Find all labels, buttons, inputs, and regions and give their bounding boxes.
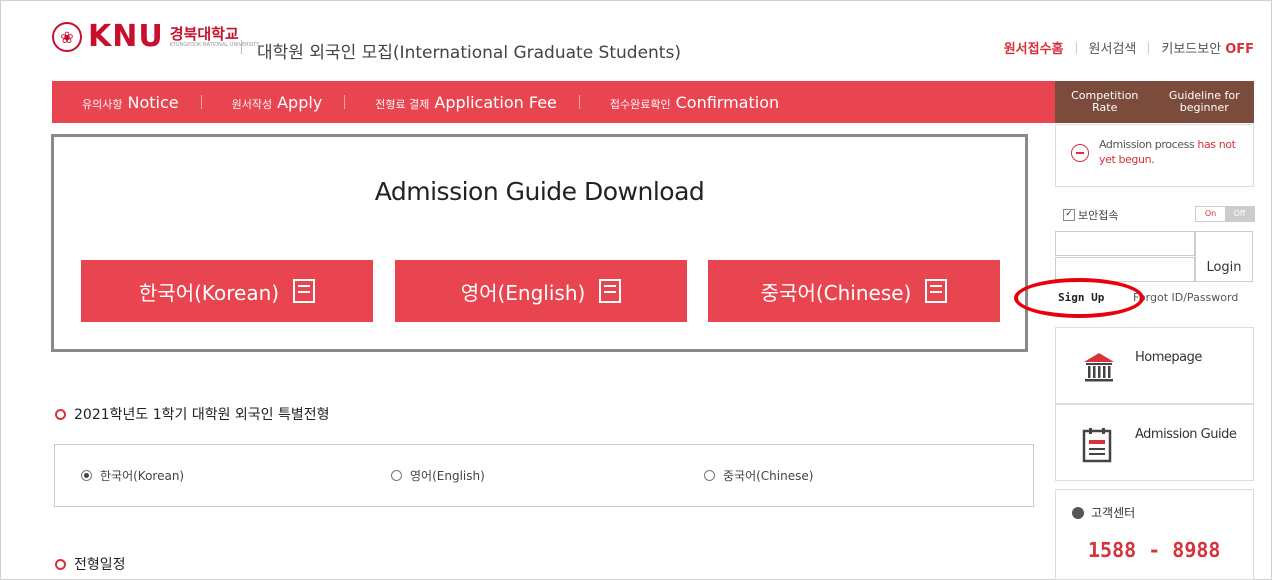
radio-label: 한국어(Korean) bbox=[100, 469, 185, 483]
radio-label: 중국어(Chinese) bbox=[723, 469, 814, 483]
admission-guide-box: Admission Guide Download 한국어(Korean) 영어(… bbox=[51, 134, 1028, 352]
login-label: Login bbox=[1206, 260, 1242, 275]
nav-item-application-fee[interactable]: 전형료 결제 Application Fee bbox=[345, 93, 557, 112]
keyboard-security-label: 키보드보안 bbox=[1161, 42, 1222, 57]
bullet-icon bbox=[55, 408, 66, 420]
customer-center-phone[interactable]: 1588 - 8988 bbox=[1088, 538, 1220, 562]
program-title-text: 2021학년도 1학기 대학원 외국인 특별전형 bbox=[74, 407, 330, 423]
admission-guide-title: Admission Guide Download bbox=[374, 177, 705, 206]
download-button-label: 영어(English) bbox=[460, 280, 586, 305]
download-chinese-button[interactable]: 중국어(Chinese) bbox=[708, 260, 1000, 322]
nav-item-confirmation[interactable]: 접수완료확인 Confirmation bbox=[580, 93, 779, 112]
nav-item-ko: 원서작성 bbox=[231, 97, 273, 111]
link-divider bbox=[1148, 41, 1150, 54]
admission-status-box: Admission process has not yet begun. bbox=[1055, 124, 1254, 187]
nav-item-ko: 접수완료확인 bbox=[609, 97, 671, 111]
download-button-label: 중국어(Chinese) bbox=[760, 280, 912, 305]
secure-checkbox[interactable]: ✓ bbox=[1063, 209, 1075, 221]
radio-unchecked-icon bbox=[391, 470, 402, 481]
download-button-label: 한국어(Korean) bbox=[138, 280, 280, 305]
schedule-title-text: 전형일정 bbox=[74, 557, 126, 573]
customer-center-box: 고객센터 1588 - 8988 bbox=[1055, 489, 1254, 580]
university-logo[interactable]: ❀ KNU 경북대학교 KYUNGPOOK NATIONAL UNIVERSIT… bbox=[52, 22, 259, 52]
secure-label: 보안접속 bbox=[1078, 209, 1119, 222]
logo-text: 경북대학교 KYUNGPOOK NATIONAL UNIVERSITY bbox=[170, 26, 260, 49]
homepage-card[interactable]: Homepage bbox=[1055, 327, 1254, 404]
login-button[interactable]: Login bbox=[1195, 231, 1253, 282]
radio-unchecked-icon bbox=[704, 470, 715, 481]
university-emblem-icon: ❀ bbox=[52, 22, 82, 52]
secure-connection-row: ✓ 보안접속 On Off bbox=[1055, 206, 1255, 226]
secure-toggle[interactable]: On Off bbox=[1195, 206, 1255, 222]
login-form: Login bbox=[1055, 231, 1255, 283]
search-link[interactable]: 원서검색 bbox=[1089, 38, 1137, 57]
nav-item-en: Notice bbox=[127, 92, 179, 112]
customer-center-label: 고객센터 bbox=[1091, 506, 1136, 520]
page-title: 대학원 외국인 모집(International Graduate Studen… bbox=[257, 43, 681, 63]
status-prefix: Admission process bbox=[1099, 138, 1198, 151]
radio-label: 영어(English) bbox=[410, 469, 485, 483]
home-link[interactable]: 원서접수홈 bbox=[1004, 38, 1064, 57]
minus-circle-icon bbox=[1071, 144, 1089, 162]
nav-item-ko: 유의사항 bbox=[82, 97, 123, 111]
logo-brand: KNU bbox=[88, 19, 164, 54]
nav-item-ko: 전형료 결제 bbox=[375, 97, 430, 111]
header: ❀ KNU 경북대학교 KYUNGPOOK NATIONAL UNIVERSIT… bbox=[0, 0, 1272, 80]
admission-guide-label: Admission Guide bbox=[1135, 427, 1237, 442]
customer-center-title: 고객센터 bbox=[1072, 504, 1135, 521]
homepage-label: Homepage bbox=[1135, 350, 1202, 365]
toggle-on: On bbox=[1204, 209, 1217, 218]
forgot-id-password-link[interactable]: Forgot ID/Password bbox=[1133, 291, 1238, 304]
radio-checked-icon bbox=[81, 470, 92, 481]
radio-chinese[interactable]: 중국어(Chinese) bbox=[704, 467, 813, 484]
admission-status-text: Admission process has not yet begun. bbox=[1099, 137, 1249, 167]
language-radio-group: 한국어(Korean) 영어(English) 중국어(Chinese) bbox=[54, 444, 1034, 507]
nav-item-en: Apply bbox=[277, 92, 323, 112]
header-divider bbox=[241, 40, 242, 54]
download-english-button[interactable]: 영어(English) bbox=[395, 260, 687, 322]
building-icon bbox=[1082, 350, 1116, 388]
document-icon bbox=[925, 279, 948, 303]
logo-english: KYUNGPOOK NATIONAL UNIVERSITY bbox=[169, 41, 260, 48]
link-divider bbox=[1075, 41, 1077, 54]
toggle-off: Off bbox=[1225, 207, 1254, 221]
document-icon bbox=[599, 279, 622, 303]
user-id-input[interactable] bbox=[1055, 231, 1195, 256]
admission-guide-card[interactable]: Admission Guide bbox=[1055, 404, 1254, 481]
bullet-icon bbox=[55, 558, 66, 570]
top-links: 원서접수홈 원서검색 키보드보안 OFF bbox=[1004, 38, 1254, 57]
download-korean-button[interactable]: 한국어(Korean) bbox=[81, 260, 373, 322]
radio-korean[interactable]: 한국어(Korean) bbox=[81, 467, 184, 484]
status-suffix: . bbox=[1151, 153, 1155, 166]
main-nav: 유의사항 Notice 원서작성 Apply 전형료 결제 Application F… bbox=[52, 81, 1055, 123]
radio-english[interactable]: 영어(English) bbox=[391, 467, 485, 484]
keyboard-security-state: OFF bbox=[1225, 42, 1254, 57]
logo-korean: 경북대학교 bbox=[169, 24, 239, 43]
highlight-circle bbox=[1014, 278, 1144, 318]
keyboard-security-link[interactable]: 키보드보안 OFF bbox=[1161, 38, 1254, 57]
nav-item-apply[interactable]: 원서작성 Apply bbox=[202, 93, 323, 112]
nav-item-en: Confirmation bbox=[675, 92, 780, 112]
program-section-title: 2021학년도 1학기 대학원 외국인 특별전형 bbox=[55, 404, 330, 424]
guide-document-icon bbox=[1082, 427, 1112, 467]
side-nav: Competition Rate Guideline for beginner bbox=[1055, 81, 1254, 123]
competition-rate-button[interactable]: Competition Rate bbox=[1055, 81, 1155, 123]
schedule-section-title: 전형일정 bbox=[55, 554, 126, 574]
headset-icon bbox=[1072, 506, 1084, 519]
nav-item-en: Application Fee bbox=[434, 92, 557, 112]
document-icon bbox=[293, 279, 316, 303]
nav-item-notice[interactable]: 유의사항 Notice bbox=[52, 93, 179, 112]
guideline-button[interactable]: Guideline for beginner bbox=[1155, 81, 1255, 123]
